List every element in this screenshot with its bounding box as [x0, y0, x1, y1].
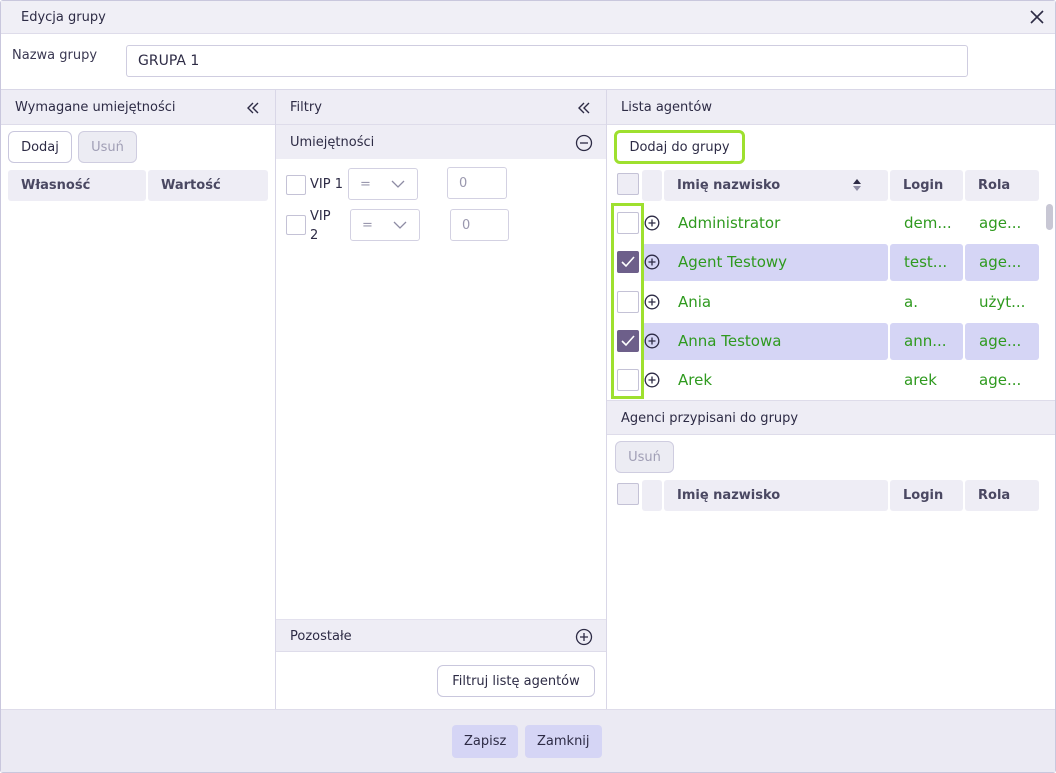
filters-title: Filtry — [290, 100, 322, 115]
plus-circle-icon[interactable] — [644, 254, 660, 270]
select-all-agents-checkbox[interactable] — [617, 173, 639, 195]
agents-panel: Lista agentów Dodaj do grupy Imię nazwis… — [607, 90, 1055, 710]
plus-circle-icon[interactable] — [644, 372, 660, 388]
agent-role: age... — [979, 214, 1022, 232]
agents-column-name[interactable]: Imię nazwisko — [664, 170, 888, 201]
agent-name[interactable]: Agent Testowy — [678, 253, 878, 271]
assigned-agents-title: Agenci przypisani do grupy — [621, 411, 799, 426]
collapse-left-icon[interactable] — [245, 100, 261, 116]
agent-login: test... — [904, 253, 948, 271]
assigned-agents-header: Agenci przypisani do grupy — [607, 400, 1055, 435]
other-filter-title: Pozostałe — [290, 629, 352, 644]
agents-header: Lista agentów — [607, 90, 1055, 125]
required-skills-panel: Wymagane umiejętności Dodaj Usuń Własnoś… — [1, 90, 276, 710]
agent-role: age... — [979, 332, 1022, 350]
remove-skill-button[interactable]: Usuń — [78, 131, 137, 163]
agent-login: ann... — [904, 332, 947, 350]
filters-header: Filtry — [276, 90, 606, 125]
dialog-footer: Zapisz Zamknij — [1, 709, 1055, 772]
close-button[interactable]: Zamknij — [525, 725, 602, 758]
close-icon[interactable] — [1027, 7, 1047, 27]
chevron-down-icon — [393, 221, 407, 229]
add-skill-button[interactable]: Dodaj — [8, 131, 72, 163]
plus-circle-icon[interactable] — [575, 628, 593, 646]
plus-circle-icon[interactable] — [644, 294, 660, 310]
filters-panel: Filtry Umiejętności VIP 1 = 0 VIP 2 = 0 … — [276, 90, 607, 710]
other-filter-section[interactable]: Pozostałe — [276, 619, 606, 652]
dialog-titlebar: Edycja grupy — [1, 1, 1055, 34]
agent-login: arek — [904, 371, 937, 389]
select-all-assigned-checkbox[interactable] — [617, 483, 639, 505]
chevron-down-icon — [391, 180, 405, 188]
remove-assigned-button[interactable]: Usuń — [615, 441, 674, 473]
assigned-column-login[interactable]: Login — [890, 480, 963, 511]
edit-group-dialog: Edycja grupy Nazwa grupy Wymagane umieję… — [0, 0, 1056, 773]
required-skills-title: Wymagane umiejętności — [15, 100, 176, 115]
assigned-column-role[interactable]: Rola — [965, 480, 1039, 511]
agents-column-role[interactable]: Rola — [965, 170, 1039, 201]
agent-role: age... — [979, 253, 1022, 271]
save-button[interactable]: Zapisz — [452, 725, 519, 758]
agent-name[interactable]: Administrator — [678, 214, 878, 232]
agents-column-login[interactable]: Login — [890, 170, 963, 201]
agents-header-spacer — [642, 170, 662, 201]
agent-name[interactable]: Ania — [678, 293, 878, 311]
filter-vip2-label: VIP 2 — [310, 209, 331, 243]
filter-vip2-value[interactable]: 0 — [450, 209, 509, 241]
filter-vip1-value[interactable]: 0 — [447, 167, 507, 199]
add-to-group-button[interactable]: Dodaj do grupy — [614, 130, 745, 164]
agent-role: użyt... — [979, 293, 1026, 311]
skills-filter-section[interactable]: Umiejętności — [276, 125, 606, 159]
filter-agents-button[interactable]: Filtruj listę agentów — [437, 665, 595, 697]
filter-vip1-label: VIP 1 — [310, 177, 343, 192]
skills-column-property: Własność — [8, 170, 146, 201]
filter-vip1-operator[interactable]: = — [348, 168, 418, 200]
agent-role: age... — [979, 371, 1022, 389]
agent-login: a. — [904, 293, 918, 311]
plus-circle-icon[interactable] — [644, 215, 660, 231]
panels: Wymagane umiejętności Dodaj Usuń Własnoś… — [1, 89, 1055, 710]
skills-column-value: Wartość — [148, 170, 268, 201]
agent-login: dem... — [904, 214, 952, 232]
filter-vip1-checkbox[interactable] — [286, 175, 306, 195]
group-name-input[interactable] — [126, 45, 968, 77]
selection-highlight-outline — [611, 203, 644, 399]
collapse-left-icon[interactable] — [576, 100, 592, 116]
assigned-column-name[interactable]: Imię nazwisko — [664, 480, 888, 511]
filter-vip2-operator[interactable]: = — [350, 209, 420, 241]
dialog-title: Edycja grupy — [21, 10, 106, 25]
minus-circle-icon[interactable] — [575, 134, 593, 152]
agent-name[interactable]: Arek — [678, 371, 878, 389]
agent-name[interactable]: Anna Testowa — [678, 332, 878, 350]
agents-scrollbar[interactable] — [1046, 204, 1053, 230]
skills-filter-title: Umiejętności — [290, 135, 375, 150]
required-skills-header: Wymagane umiejętności — [1, 90, 275, 125]
plus-circle-icon[interactable] — [644, 333, 660, 349]
group-name-label: Nazwa grupy — [12, 48, 98, 63]
assigned-header-spacer — [642, 480, 662, 511]
sort-icon[interactable] — [853, 179, 861, 191]
filter-vip2-checkbox[interactable] — [286, 215, 306, 235]
agents-title: Lista agentów — [621, 100, 712, 115]
